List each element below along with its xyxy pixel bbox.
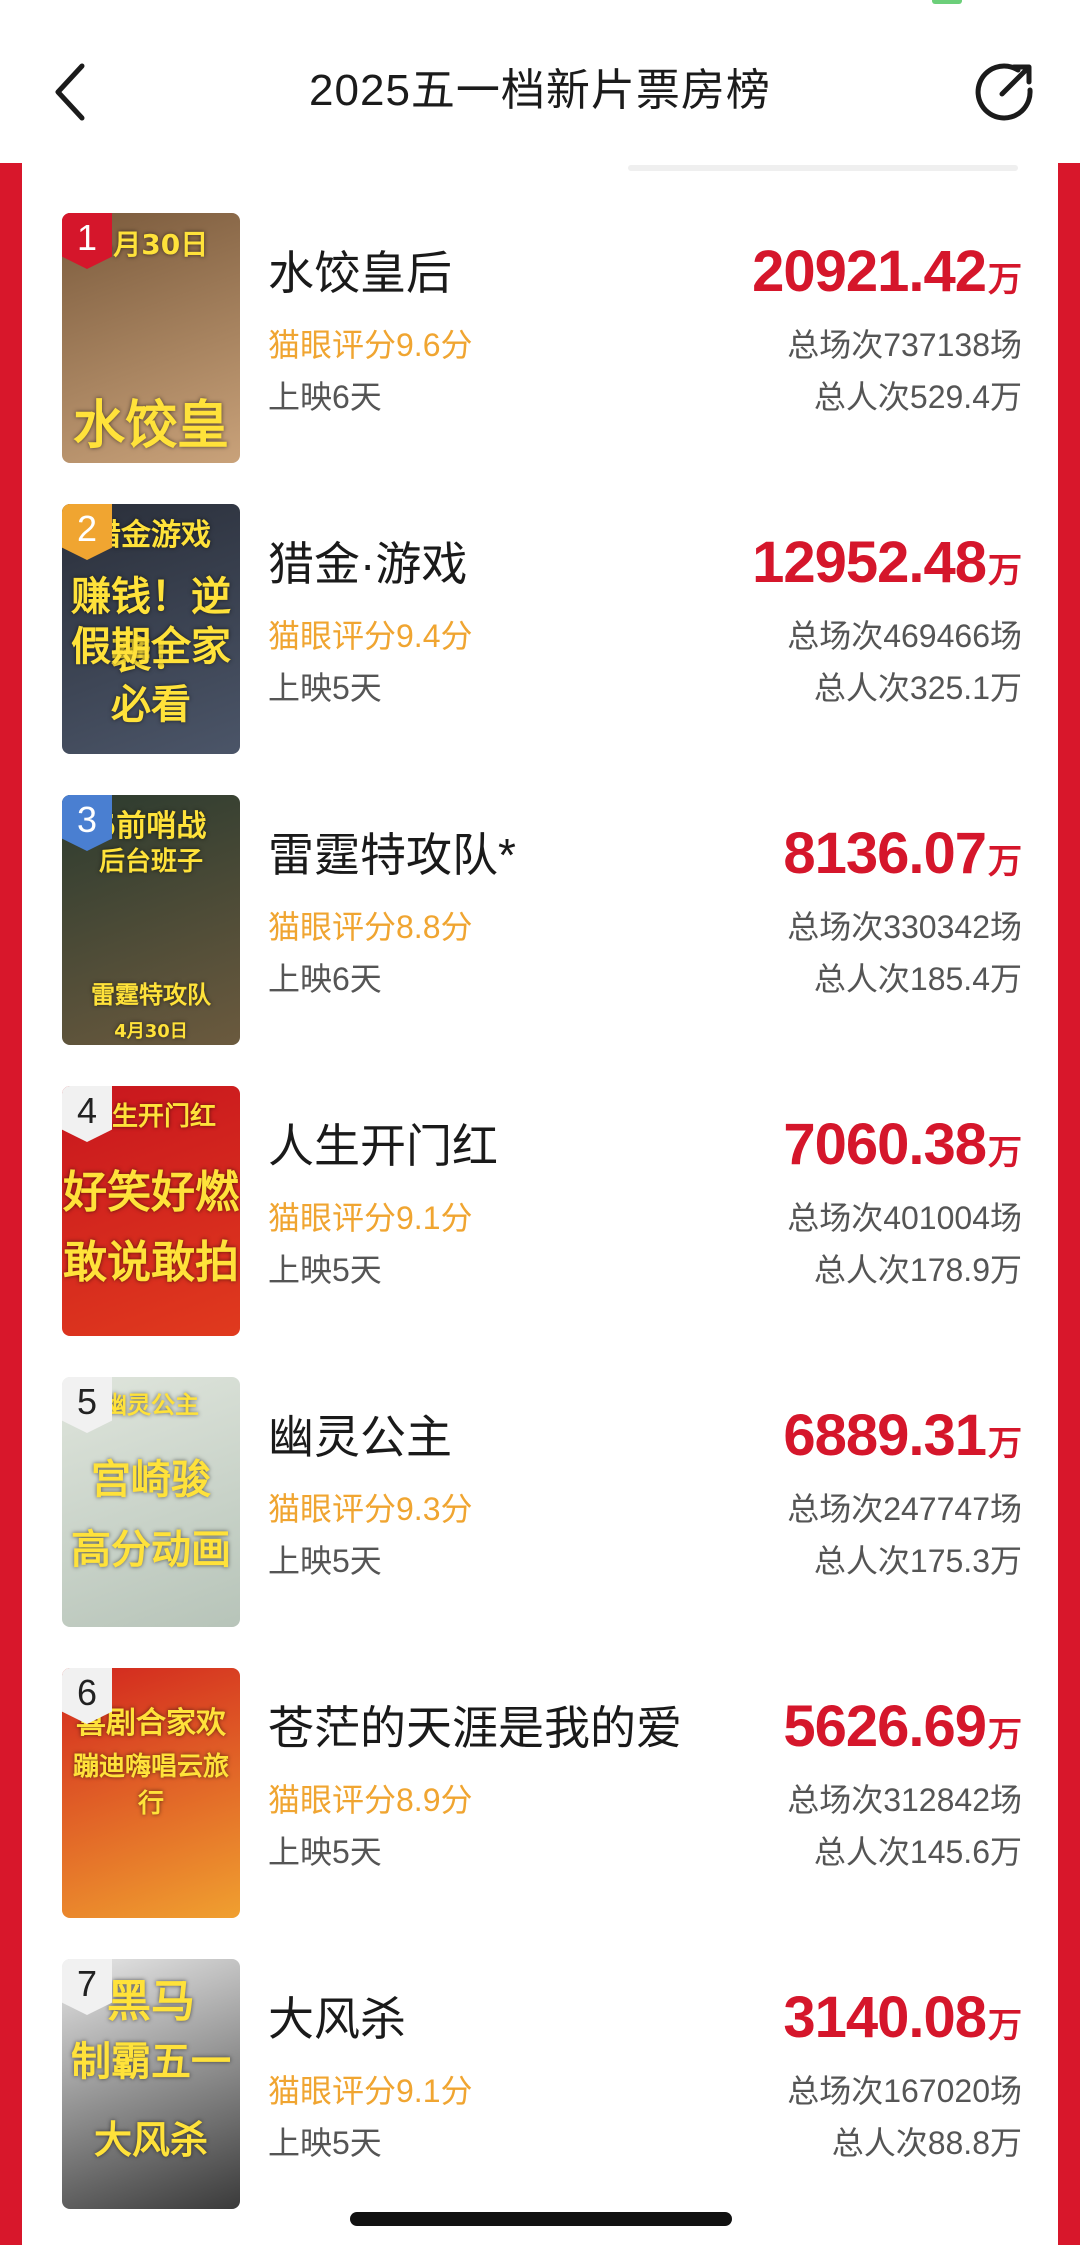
poster-text: 假期全家必看 (71, 624, 231, 728)
box-office-unit: 万 (988, 261, 1022, 299)
movie-title: 人生开门红 (268, 1120, 498, 1172)
poster-text: 制霸五一 (71, 2039, 231, 2085)
scroll-hint (628, 165, 1018, 171)
poster-text: 雷霆特攻队 (91, 981, 211, 1009)
movie-row[interactable]: 5前哨战 后台班子 雷霆特攻队 4月30日 3 雷霆特攻队* 猫眼评分8.8分 上映6天 813… (22, 795, 1058, 1045)
poster-text: 好笑好燃 (63, 1167, 239, 1218)
movie-row[interactable]: 黑马 制霸五一 大风杀 7 大风杀 猫眼评分9.1分 上映5天 3140.08万 总场次1670… (22, 1959, 1058, 2209)
box-office: 20921.42万 (752, 237, 1022, 307)
release-days: 上映5天 (268, 1834, 382, 1870)
box-office-value: 7060.38 (783, 1112, 987, 1177)
box-office-value: 3140.08 (783, 1985, 987, 2050)
movie-poster[interactable]: 4月30日水饺皇后1 (62, 213, 240, 463)
box-office-unit: 万 (988, 1425, 1022, 1463)
maoyan-rating: 猫眼评分9.4分 (268, 618, 473, 654)
movie-poster[interactable]: 幽灵公主 宫崎骏 高分动画 5 (62, 1377, 240, 1627)
maoyan-rating: 猫眼评分8.9分 (268, 1782, 473, 1818)
box-office: 12952.48万 (752, 528, 1022, 598)
movie-title: 雷霆特攻队* (268, 829, 516, 881)
release-days: 上映5天 (268, 1543, 382, 1579)
box-office-value: 8136.07 (783, 821, 987, 886)
maoyan-rating: 猫眼评分8.8分 (268, 909, 473, 945)
box-office-unit: 万 (988, 843, 1022, 881)
box-office-unit: 万 (988, 1134, 1022, 1172)
total-shows: 总场次247747场 (787, 1491, 1022, 1527)
page-title: 2025五一档新片票房榜 (309, 66, 771, 115)
poster-text: 蹦迪嗨唱云旅行 (72, 1752, 229, 1819)
total-shows: 总场次469466场 (787, 618, 1022, 654)
poster-text: 4月30日 (114, 1021, 188, 1042)
box-office-unit: 万 (988, 1716, 1022, 1754)
movie-title: 大风杀 (268, 1993, 406, 2045)
movie-row[interactable]: 幽灵公主 宫崎骏 高分动画 5 幽灵公主 猫眼评分9.3分 上映5天 6889.31万 总场次2… (22, 1377, 1058, 1627)
frame-right (1058, 163, 1080, 2245)
box-office-value: 5626.69 (783, 1694, 987, 1759)
release-days: 上映5天 (268, 670, 382, 706)
poster-text: 水饺皇后 (72, 396, 229, 456)
movie-title: 幽灵公主 (268, 1411, 452, 1463)
home-indicator[interactable] (350, 2212, 732, 2226)
total-audience: 总人次325.1万 (813, 670, 1022, 706)
box-office-value: 12952.48 (752, 530, 987, 595)
poster-text: 敢说敢拍 (63, 1237, 239, 1288)
box-office-unit: 万 (988, 552, 1022, 590)
movie-row[interactable]: 4月30日水饺皇后1水饺皇后猫眼评分9.6分上映6天20921.42万总场次73… (22, 213, 1058, 463)
box-office-unit: 万 (988, 2007, 1022, 2045)
box-office-value: 20921.42 (752, 239, 987, 304)
box-office-value: 6889.31 (783, 1403, 987, 1468)
maoyan-rating: 猫眼评分9.6分 (268, 327, 473, 363)
total-audience: 总人次529.4万 (813, 379, 1022, 415)
total-shows: 总场次401004场 (787, 1200, 1022, 1236)
share-icon (975, 63, 1033, 121)
movie-title: 水饺皇后 (268, 247, 452, 299)
total-audience: 总人次145.6万 (813, 1834, 1022, 1870)
movie-poster[interactable]: 喜剧合家欢 蹦迪嗨唱云旅行 6 (62, 1668, 240, 1918)
movie-title: 猎金·游戏 (268, 538, 468, 590)
release-days: 上映5天 (268, 1252, 382, 1288)
box-office: 8136.07万 (783, 819, 1022, 889)
navigation-bar: 2025五一档新片票房榜 (0, 0, 1080, 163)
status-indicator (932, 0, 962, 4)
movie-row[interactable]: 猎金游戏 赚钱！逆袭！ 假期全家必看 2 猎金·游戏猫眼评分9.4分 上映5天 12952.… (22, 504, 1058, 754)
frame-left (0, 163, 22, 2245)
poster-text: 宫崎骏 (91, 1457, 211, 1503)
box-office: 5626.69万 (783, 1692, 1022, 1762)
maoyan-rating: 猫眼评分9.3分 (268, 1491, 473, 1527)
release-days: 上映5天 (268, 2125, 382, 2161)
total-audience: 总人次185.4万 (813, 961, 1022, 997)
movie-poster[interactable]: 人生开门红 好笑好燃 敢说敢拍 4 (62, 1086, 240, 1336)
poster-text: 大风杀 (93, 2118, 208, 2162)
maoyan-rating: 猫眼评分9.1分 (268, 2073, 473, 2109)
total-shows: 总场次330342场 (787, 909, 1022, 945)
box-office: 6889.31万 (783, 1401, 1022, 1471)
maoyan-rating: 猫眼评分9.1分 (268, 1200, 473, 1236)
total-shows: 总场次737138场 (787, 327, 1022, 363)
movie-title: 苍茫的天涯是我的爱 (268, 1702, 682, 1754)
box-office: 7060.38万 (783, 1110, 1022, 1180)
total-audience: 总人次175.3万 (813, 1543, 1022, 1579)
total-shows: 总场次167020场 (787, 2073, 1022, 2109)
box-office: 3140.08万 (783, 1983, 1022, 2053)
movie-poster[interactable]: 猎金游戏 赚钱！逆袭！ 假期全家必看 2 (62, 504, 240, 754)
total-shows: 总场次312842场 (787, 1782, 1022, 1818)
movie-row[interactable]: 人生开门红 好笑好燃 敢说敢拍 4 人生开门红 猫眼评分9.1分 上映5天 7060.38万总… (22, 1086, 1058, 1336)
release-days: 上映6天 (268, 379, 382, 415)
movie-poster[interactable]: 黑马 制霸五一 大风杀 7 (62, 1959, 240, 2209)
poster-text: 高分动画 (71, 1527, 231, 1573)
share-button[interactable] (970, 56, 1040, 126)
release-days: 上映6天 (268, 961, 382, 997)
movie-row[interactable]: 喜剧合家欢 蹦迪嗨唱云旅行 6 苍茫的天涯是我的爱猫眼评分8.9分 上映5天 5626.6… (22, 1668, 1058, 1918)
total-audience: 总人次88.8万 (831, 2125, 1022, 2161)
total-audience: 总人次178.9万 (813, 1252, 1022, 1288)
movie-poster[interactable]: 5前哨战 后台班子 雷霆特攻队 4月30日 3 (62, 795, 240, 1045)
